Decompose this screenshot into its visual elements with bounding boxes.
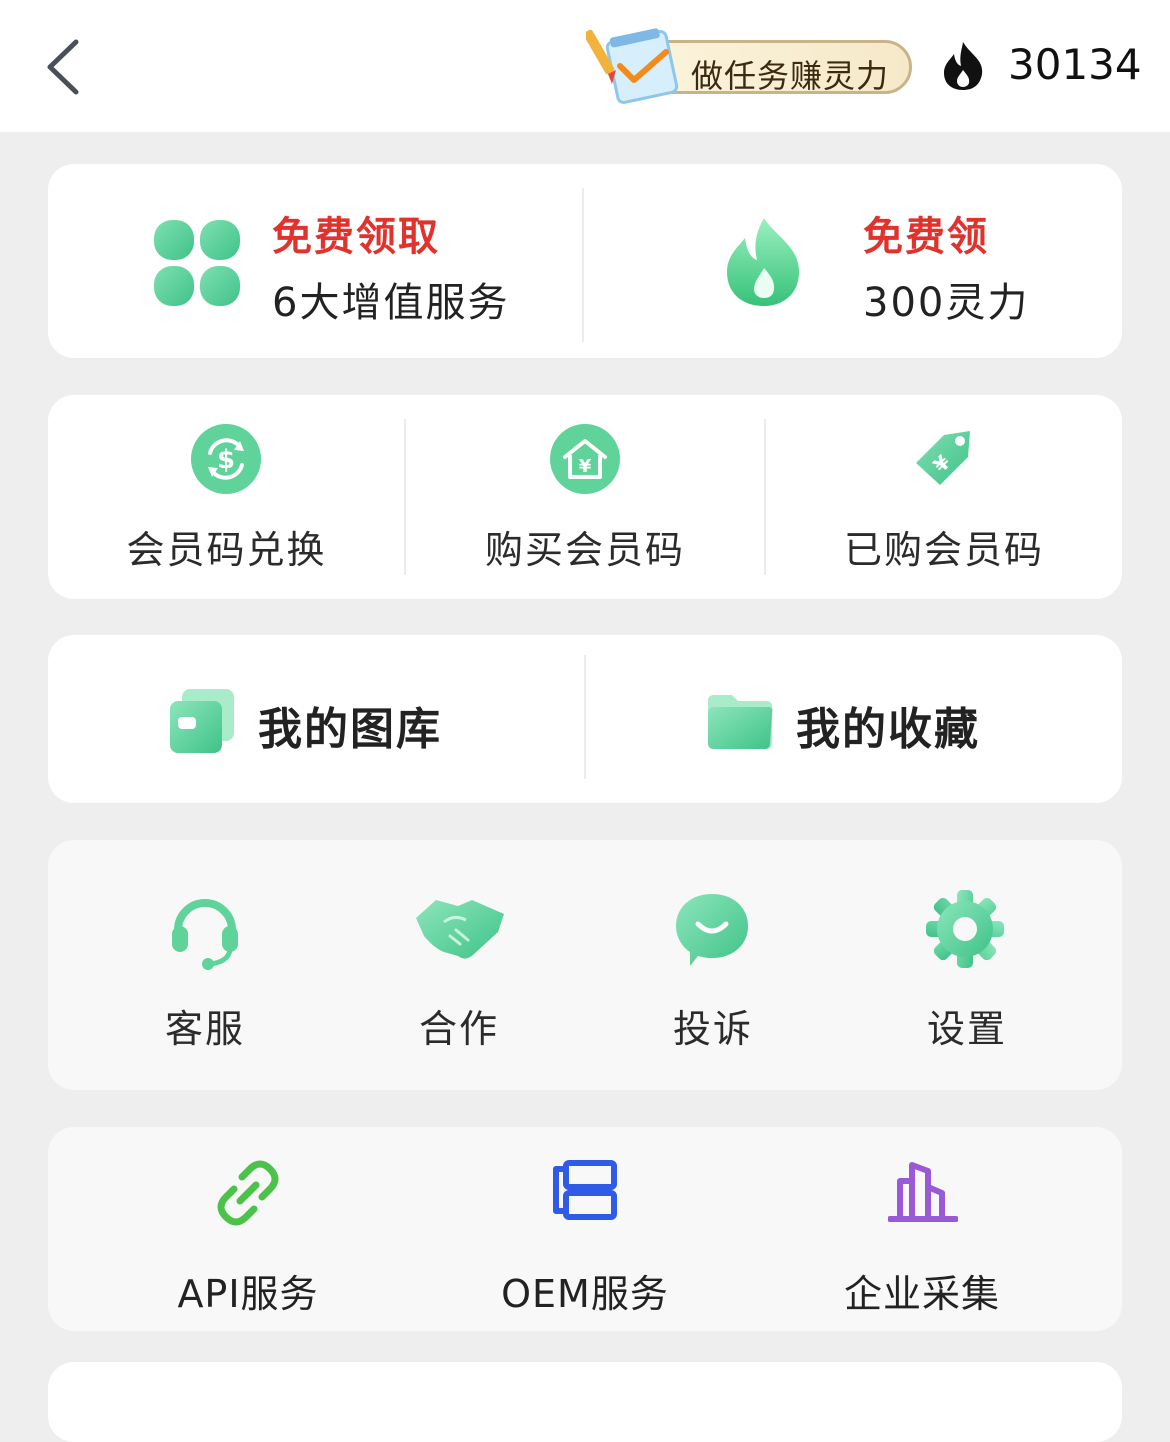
top-bar: 做任务赚灵力 30134 <box>0 0 1170 132</box>
layers-icon <box>553 1160 617 1220</box>
folder-icon <box>708 695 773 749</box>
earn-task-label: 做任务赚灵力 <box>691 57 890 95</box>
settings[interactable]: 设置 <box>840 840 1094 1090</box>
promo-right-subtitle: 300灵力 <box>863 280 1030 326</box>
free-points-promo[interactable]: 免费领 300灵力 <box>585 164 1122 358</box>
support-card: 客服 合作 投诉 设置 <box>48 840 1122 1090</box>
promo-right-title: 免费领 <box>863 214 989 260</box>
gear-icon <box>926 890 1004 968</box>
svg-text:¥: ¥ <box>579 456 592 477</box>
green-flame-icon <box>727 218 799 306</box>
cooperation[interactable]: 合作 <box>332 840 586 1090</box>
customer-service-label: 客服 <box>164 1007 245 1051</box>
promo-left-title: 免费领取 <box>272 214 440 260</box>
headset-icon <box>172 899 238 970</box>
customer-service[interactable]: 客服 <box>78 840 332 1090</box>
api-service[interactable]: API服务 <box>88 1127 408 1331</box>
yen-house-icon: ¥ <box>550 424 620 494</box>
buildings-icon <box>888 1162 958 1222</box>
promo-card: 免费领取 6大增值服务 免费领 300灵力 <box>48 164 1122 358</box>
enterprise-collection-label: 企业采集 <box>843 1272 1000 1316</box>
services-card: API服务 OEM服务 企业采集 <box>48 1127 1122 1331</box>
gallery-icon <box>170 689 234 753</box>
api-service-label: API服务 <box>177 1272 319 1316</box>
cooperation-label: 合作 <box>418 1007 499 1051</box>
promo-left-subtitle: 6大增值服务 <box>272 280 510 326</box>
chat-bubble-icon <box>676 894 748 966</box>
complaint-label: 投诉 <box>672 1007 753 1051</box>
redeem-member-code-label: 会员码兑换 <box>126 528 327 572</box>
task-checklist-icon <box>586 28 679 104</box>
complaint[interactable]: 投诉 <box>586 840 840 1090</box>
purchased-member-codes[interactable]: ¥ 已购会员码 <box>766 395 1122 599</box>
oem-service-label: OEM服务 <box>501 1272 669 1316</box>
library-card: 我的图库 我的收藏 <box>48 635 1122 803</box>
buy-member-code-label: 购买会员码 <box>484 528 685 572</box>
next-card-partial <box>48 1362 1122 1442</box>
svg-text:$: $ <box>217 445 235 475</box>
points-balance: 30134 <box>1008 40 1142 89</box>
my-favorites[interactable]: 我的收藏 <box>586 635 1122 803</box>
my-gallery[interactable]: 我的图库 <box>48 635 584 803</box>
back-button[interactable] <box>38 34 98 100</box>
oem-service[interactable]: OEM服务 <box>424 1127 746 1331</box>
clover-icon <box>154 220 240 306</box>
yen-tag-icon: ¥ <box>916 431 970 485</box>
enterprise-collection[interactable]: 企业采集 <box>762 1127 1082 1331</box>
handshake-icon <box>416 900 504 959</box>
buy-member-code[interactable]: ¥ 购买会员码 <box>406 395 764 599</box>
free-services-promo[interactable]: 免费领取 6大增值服务 <box>48 164 583 358</box>
chevron-left-icon <box>47 39 79 95</box>
purchased-member-codes-label: 已购会员码 <box>843 528 1044 572</box>
my-favorites-label: 我的收藏 <box>796 704 980 755</box>
my-gallery-label: 我的图库 <box>258 704 442 755</box>
member-code-card: $ 会员码兑换 ¥ 购买会员码 ¥ 已购会员码 <box>48 395 1122 599</box>
dollar-exchange-icon: $ <box>191 424 261 494</box>
fire-icon <box>944 42 983 90</box>
redeem-member-code[interactable]: $ 会员码兑换 <box>48 395 405 599</box>
settings-label: 设置 <box>926 1007 1007 1051</box>
link-icon <box>217 1160 279 1226</box>
promo-divider <box>582 188 584 342</box>
